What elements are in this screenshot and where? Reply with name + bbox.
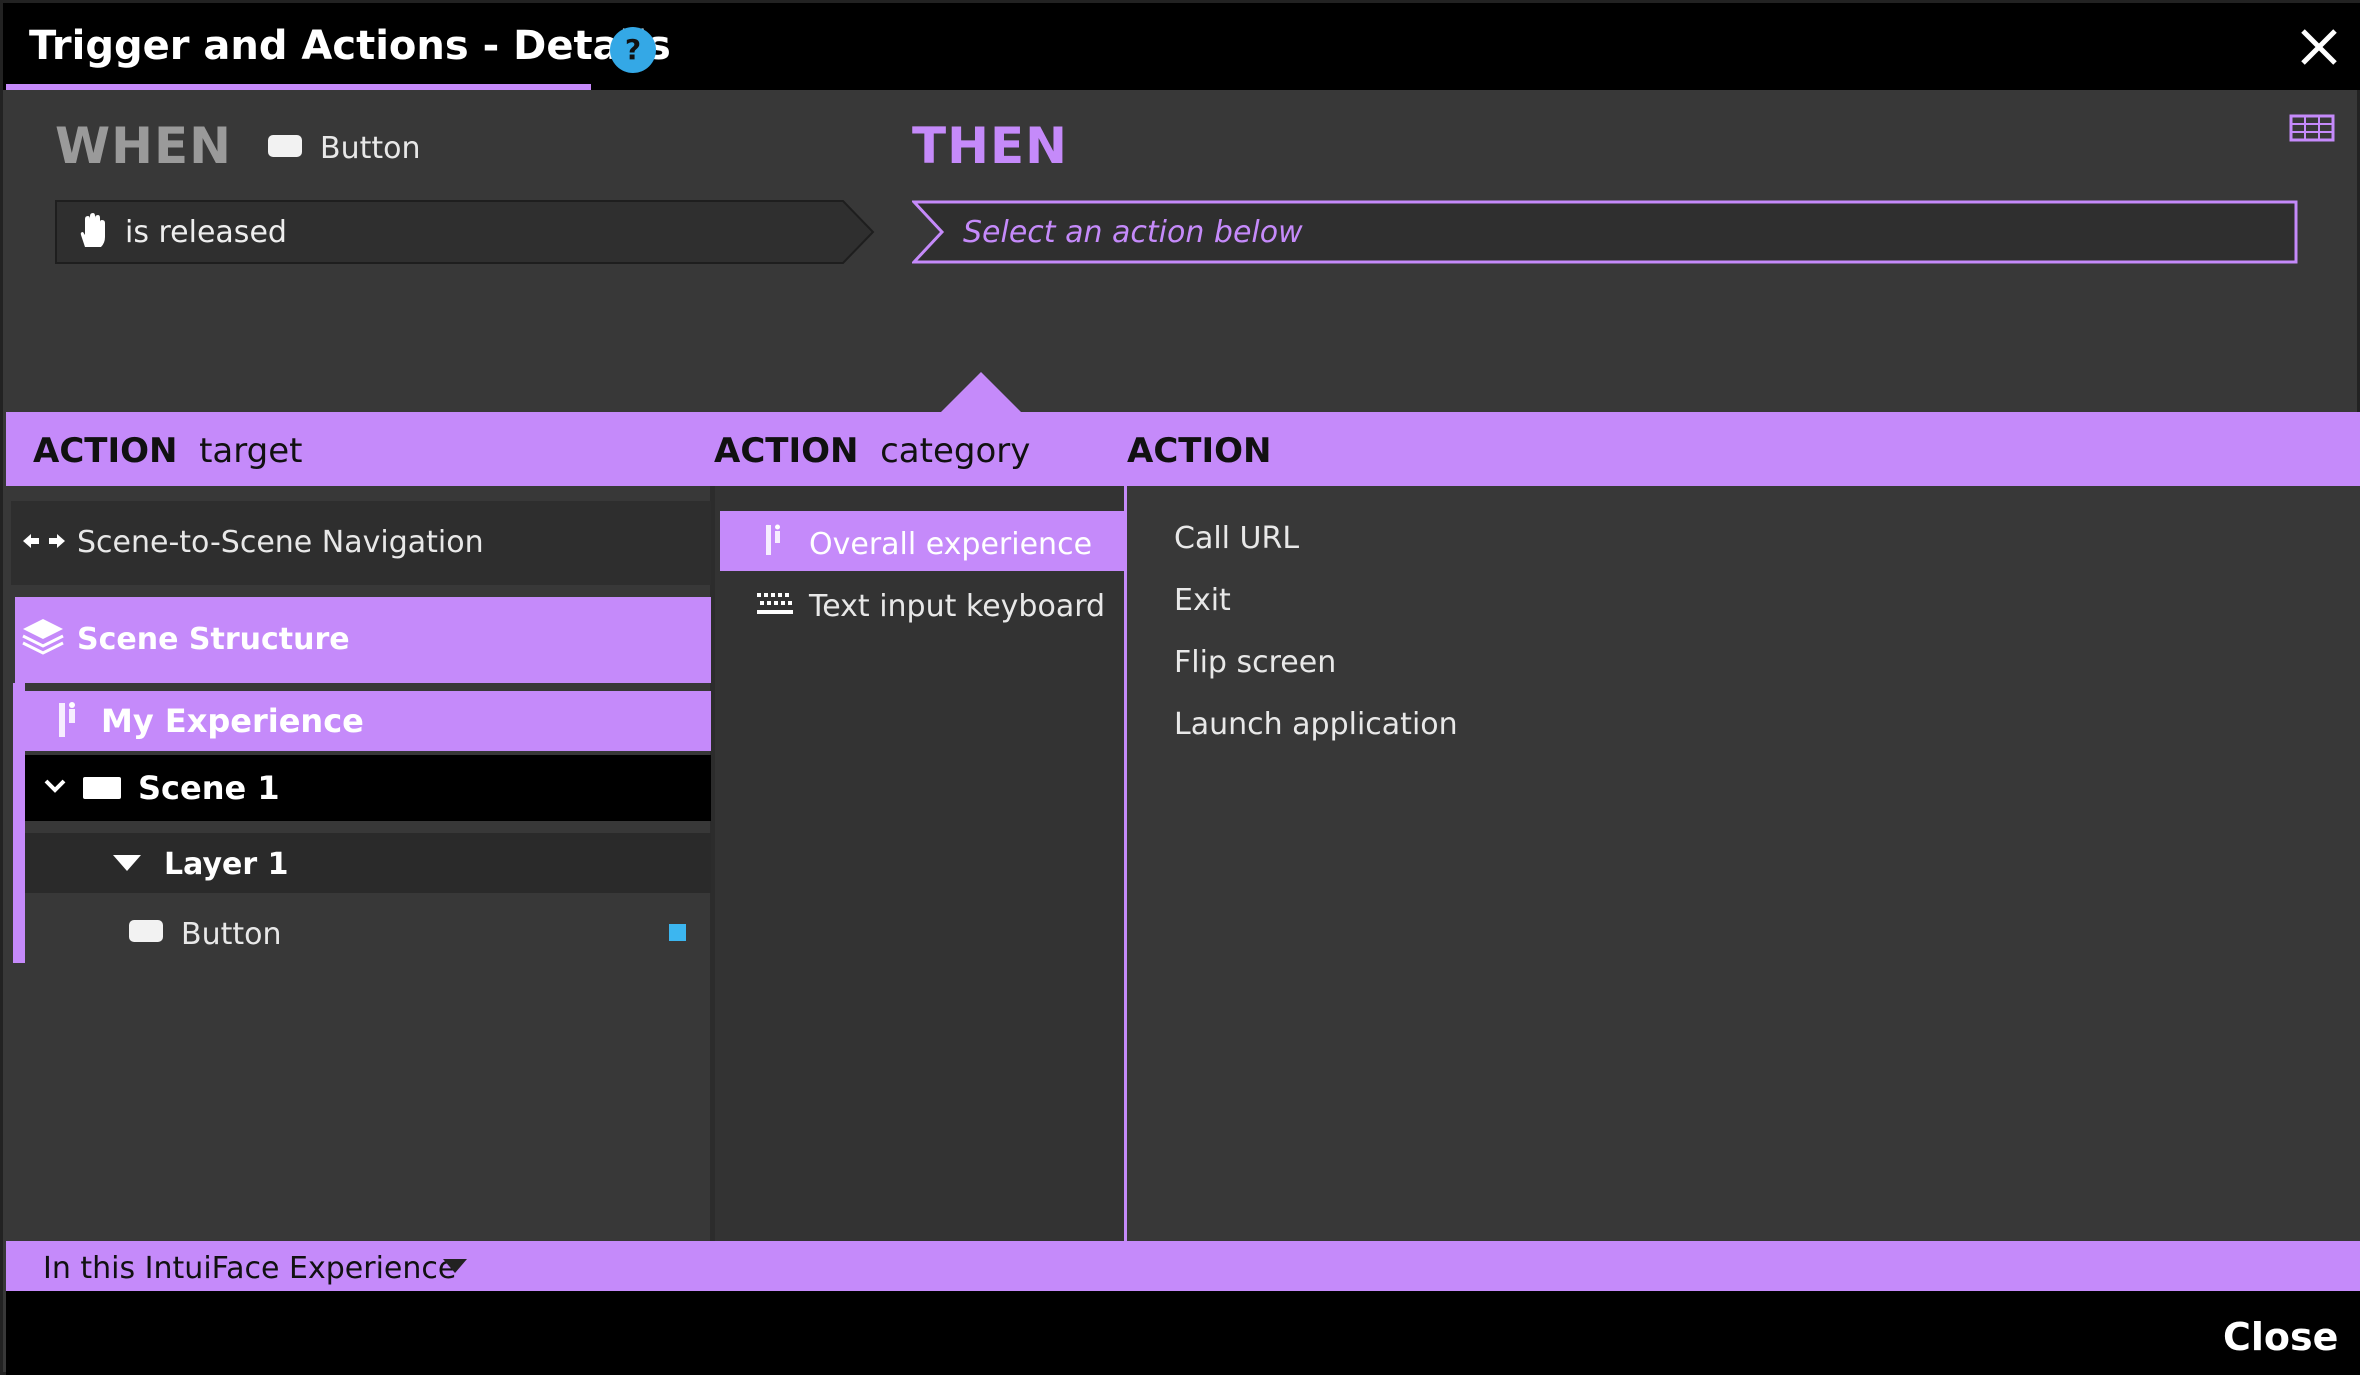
grid-view-icon[interactable] <box>2289 113 2335 143</box>
target-scene-structure-label: Scene Structure <box>77 622 350 657</box>
tree-item-scene-1[interactable] <box>25 755 711 821</box>
action-flip-screen[interactable]: Flip screen <box>1174 645 1336 680</box>
tree-item-my-experience-label: My Experience <box>101 702 364 740</box>
button-icon <box>268 135 302 157</box>
scope-selector[interactable]: In this IntuiFace Experience <box>43 1251 456 1286</box>
action-call-url[interactable]: Call URL <box>1174 521 1299 556</box>
selected-indicator <box>669 924 686 941</box>
action-exit[interactable]: Exit <box>1174 583 1231 618</box>
then-label: THEN <box>912 117 1068 175</box>
chevron-down-icon[interactable] <box>43 777 67 795</box>
band-pointer <box>939 372 1023 414</box>
close-button[interactable]: Close <box>2223 1315 2338 1359</box>
layers-icon <box>22 619 64 655</box>
experience-icon <box>59 702 75 737</box>
action-header: ACTION <box>1127 431 1272 471</box>
trigger-event-label: is released <box>125 215 287 250</box>
question-mark-icon[interactable]: ? <box>610 27 656 73</box>
experience-icon <box>766 524 780 555</box>
triangle-down-icon[interactable] <box>443 1259 467 1275</box>
action-placeholder: Select an action below <box>963 215 1303 250</box>
button-icon <box>129 920 163 942</box>
action-column <box>1127 486 2360 1241</box>
action-category-header: ACTION category <box>714 431 1031 471</box>
trigger-actions-dialog: Trigger and Actions - Details ? WHEN But… <box>0 0 2360 1375</box>
bottom-bar <box>6 1291 2360 1375</box>
close-icon[interactable] <box>2297 25 2341 69</box>
category-text-input-keyboard[interactable]: Text input keyboard <box>809 589 1105 624</box>
scene-icon <box>83 777 121 799</box>
trigger-source-name[interactable]: Button <box>320 131 421 166</box>
tree-item-scene-1-label: Scene 1 <box>138 769 280 807</box>
title-underline <box>6 84 591 90</box>
tree-item-layer-1-label: Layer 1 <box>164 847 289 882</box>
action-target-header: ACTION target <box>33 431 303 471</box>
tree-item-button[interactable]: Button <box>181 917 282 952</box>
keyboard-icon <box>757 593 793 614</box>
tree-indent-bar <box>13 683 25 963</box>
dialog-title: Trigger and Actions - Details <box>29 23 671 69</box>
hand-icon <box>80 213 105 247</box>
arrows-left-right-icon <box>23 534 65 548</box>
category-overall-experience-label: Overall experience <box>809 527 1093 562</box>
action-launch-application[interactable]: Launch application <box>1174 707 1458 742</box>
when-label: WHEN <box>55 117 232 175</box>
target-scene-navigation-label: Scene-to-Scene Navigation <box>77 525 484 560</box>
triangle-down-icon[interactable] <box>113 855 141 871</box>
